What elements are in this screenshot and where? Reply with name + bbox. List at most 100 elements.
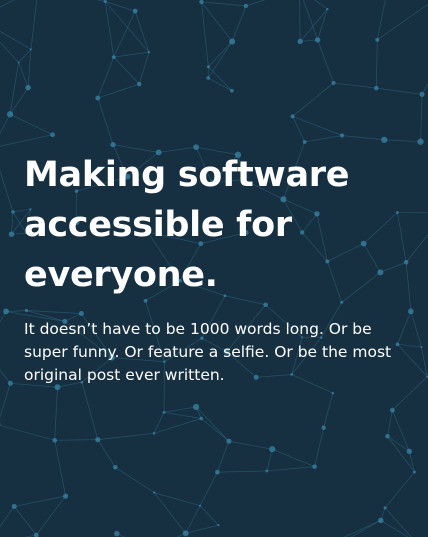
network-edge [323, 392, 334, 428]
network-edge [384, 139, 421, 143]
network-node [297, 38, 303, 45]
network-edge [163, 411, 202, 419]
network-node [374, 85, 379, 91]
network-edge [228, 440, 273, 450]
network-edge [163, 406, 197, 413]
network-edge [266, 466, 315, 472]
hero-section: Making software accessible for everyone.… [0, 0, 428, 537]
network-edge [176, 533, 186, 537]
network-node [243, 3, 248, 9]
network-edge [387, 436, 415, 473]
network-edge [134, 10, 150, 53]
network-node [136, 81, 142, 87]
network-edge [384, 471, 415, 509]
network-node [11, 503, 17, 510]
network-edge [0, 0, 15, 8]
network-edge [207, 41, 233, 79]
network-node [375, 37, 380, 42]
network-node [331, 80, 336, 86]
network-edge [201, 1, 233, 42]
network-edge [292, 82, 334, 117]
network-edge [272, 448, 315, 467]
network-node [390, 407, 395, 413]
network-node [95, 95, 101, 101]
network-edge [317, 39, 334, 84]
network-node [326, 7, 329, 11]
network-edge [375, 39, 378, 89]
network-edge [387, 410, 393, 437]
network-edge [302, 0, 318, 41]
network-node [152, 432, 156, 435]
network-node [29, 48, 32, 51]
network-edge [0, 114, 11, 135]
network-edge [54, 440, 66, 497]
hero-title-line-3: everyone. [24, 255, 218, 295]
network-node [162, 410, 166, 414]
network-node [50, 132, 55, 138]
network-edge [115, 466, 155, 493]
network-node [182, 530, 189, 537]
network-edge [314, 427, 325, 467]
network-node [321, 425, 326, 430]
network-edge [304, 135, 343, 143]
network-node [229, 38, 236, 45]
network-edge [0, 311, 7, 323]
network-edge [9, 113, 53, 136]
network-edge [208, 41, 233, 68]
network-edge [116, 533, 126, 537]
network-node [420, 346, 423, 349]
network-edge [421, 347, 428, 377]
network-edge [13, 506, 37, 536]
network-edge [153, 492, 186, 534]
network-edge [9, 87, 29, 115]
network-edge [154, 492, 201, 507]
network-edge [208, 66, 233, 92]
network-edge [97, 432, 155, 441]
network-edge [199, 472, 218, 506]
network-edge [0, 383, 11, 419]
network-edge [27, 49, 32, 88]
network-node [147, 51, 151, 54]
network-edge [153, 412, 165, 434]
network-edge [317, 9, 328, 41]
network-edge [201, 1, 246, 7]
network-edge [185, 505, 201, 534]
network-edge [54, 387, 58, 441]
network-edge [54, 439, 98, 441]
network-edge [97, 56, 115, 99]
network-edge [18, 49, 32, 63]
network-node [419, 91, 425, 97]
network-node [3, 308, 9, 315]
network-node [206, 65, 210, 69]
network-node [152, 491, 156, 494]
network-node [383, 506, 387, 510]
network-edge [299, 8, 328, 42]
network-node [378, 517, 384, 524]
network-edge [0, 506, 15, 527]
network-node [312, 464, 317, 469]
network-edge [96, 0, 106, 2]
network-node [111, 55, 116, 60]
network-edge [0, 369, 11, 384]
network-edge [113, 51, 150, 58]
hero-content: Making software accessible for everyone.… [24, 150, 416, 387]
network-edge [342, 135, 385, 141]
network-edge [376, 0, 386, 40]
network-node [381, 136, 388, 143]
network-edge [380, 520, 409, 537]
network-edge [97, 439, 116, 468]
network-edge [138, 52, 150, 85]
network-edge [420, 94, 423, 142]
network-node [226, 438, 232, 444]
network-node [95, 437, 101, 443]
network-node [6, 111, 14, 118]
network-node [114, 530, 120, 537]
network-edge [9, 62, 19, 115]
network-node [385, 433, 390, 439]
network-edge [266, 449, 273, 472]
network-edge [199, 505, 219, 526]
network-edge [195, 406, 230, 442]
network-edge [217, 470, 267, 473]
network-node [302, 139, 307, 144]
network-node [198, 504, 202, 507]
